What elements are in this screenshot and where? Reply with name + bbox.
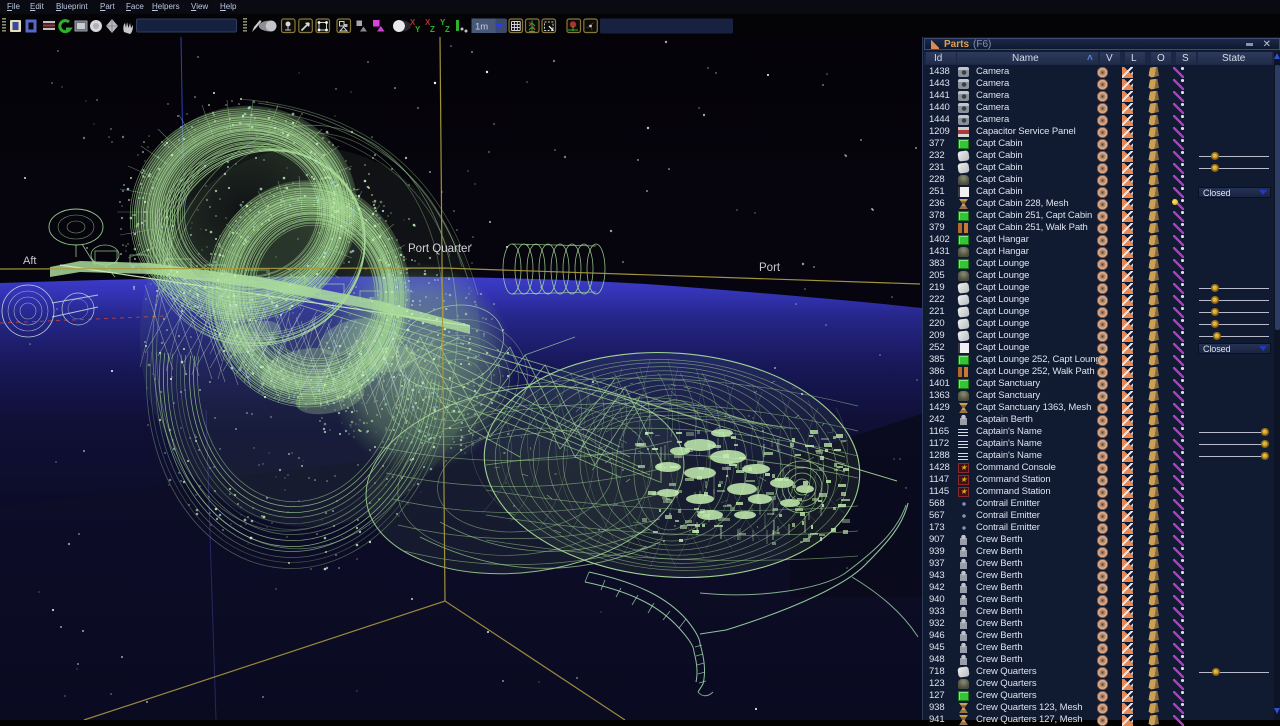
svg-text:Port: Port (759, 262, 781, 274)
svg-text:Port Quarter: Port Quarter (408, 243, 471, 255)
svg-text:1m: 1m (475, 22, 488, 33)
svg-text:Y: Y (415, 25, 421, 34)
svg-text:Z: Z (430, 25, 435, 34)
svg-text:Z: Z (445, 25, 450, 34)
svg-text:Aft: Aft (23, 255, 36, 267)
